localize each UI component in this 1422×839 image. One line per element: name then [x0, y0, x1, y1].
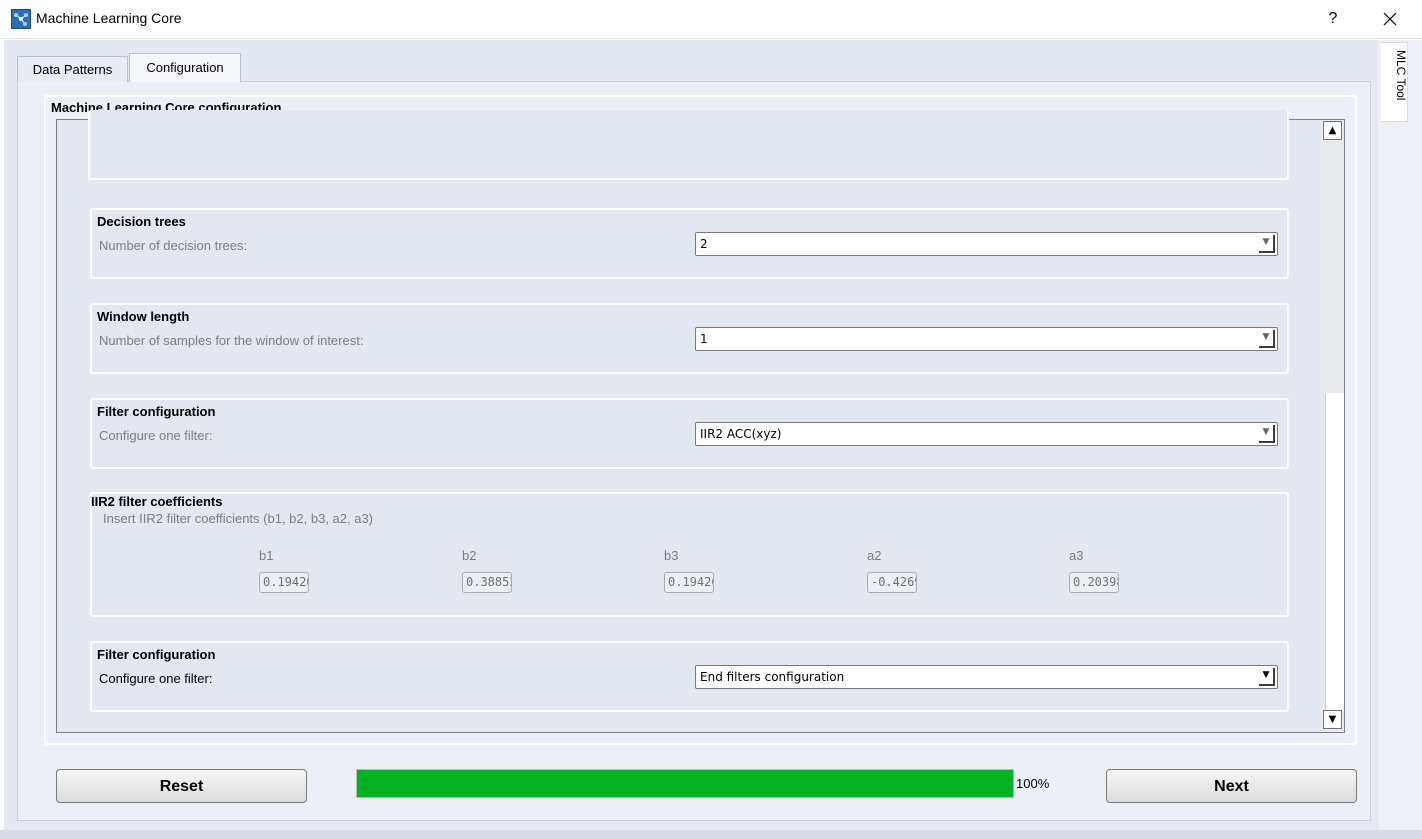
next-button[interactable]: Next [1106, 769, 1357, 803]
window-title: Machine Learning Core [36, 10, 182, 26]
chevron-down-icon: ▼ [1259, 668, 1275, 686]
window-length-label: Number of samples for the window of inte… [99, 333, 364, 348]
iir2-title: IIR2 filter coefficients [91, 494, 223, 509]
filter-config-title-1: Filter configuration [97, 404, 216, 419]
coef-input-b3[interactable]: 0.19426 [664, 572, 714, 593]
window-length-select[interactable]: 1 ▼ [695, 327, 1278, 351]
title-bar [0, 0, 1422, 39]
reset-button[interactable]: Reset [56, 769, 307, 803]
close-icon [1383, 12, 1397, 26]
arrow-up-icon: ▲ [1328, 125, 1337, 136]
filter-config-select-2[interactable]: End filters configuration ▼ [695, 665, 1278, 689]
scrollbar-thumb[interactable] [1325, 393, 1344, 711]
decision-trees-select[interactable]: 2 ▼ [695, 232, 1278, 256]
window-length-title: Window length [97, 309, 190, 324]
chevron-down-icon: ▼ [1259, 235, 1275, 253]
decision-trees-title: Decision trees [97, 214, 186, 229]
window-bottom-border [0, 830, 1422, 839]
decision-trees-value: 2 [700, 237, 708, 251]
coef-input-b2[interactable]: 0.38852 [462, 572, 512, 593]
coef-input-b1[interactable]: 0.19426 [259, 572, 309, 593]
scroll-down-button[interactable]: ▼ [1323, 710, 1342, 729]
coef-label-b1: b1 [259, 548, 274, 563]
filter-config-title-2: Filter configuration [97, 647, 216, 662]
progress-text: 100% [1016, 776, 1050, 791]
side-tab-label[interactable]: MLC Tool [1382, 50, 1408, 118]
iir2-subtitle: Insert IIR2 filter coefficients (b1, b2,… [103, 511, 374, 526]
progress-bar [356, 769, 1014, 798]
close-button[interactable] [1373, 4, 1407, 34]
filter-config-value-1: IIR2 ACC(xyz) [700, 427, 782, 441]
progress-bar-fill [357, 770, 1013, 797]
filter-config-value-2: End filters configuration [700, 670, 845, 684]
tab-data-patterns[interactable]: Data Patterns [17, 56, 128, 82]
app-icon [11, 9, 31, 29]
help-button[interactable]: ? [1318, 4, 1348, 34]
arrow-down-icon: ▼ [1328, 714, 1337, 725]
coef-input-a3[interactable]: 0.20398 [1069, 572, 1119, 593]
decision-trees-label: Number of decision trees: [99, 238, 248, 253]
side-dock [1378, 40, 1422, 839]
tab-configuration[interactable]: Configuration [129, 53, 241, 82]
chevron-down-icon: ▼ [1259, 330, 1275, 348]
chevron-down-icon: ▼ [1259, 425, 1275, 443]
coef-label-a2: a2 [867, 548, 882, 563]
filter-config-label-2: Configure one filter: [99, 671, 213, 686]
coef-label-b3: b3 [664, 548, 679, 563]
filter-config-label-1: Configure one filter: [99, 428, 213, 443]
scroll-up-button[interactable]: ▲ [1323, 121, 1342, 140]
coef-label-b2: b2 [462, 548, 477, 563]
coef-input-a2[interactable]: -0.4269 [867, 572, 917, 593]
filter-config-select-1[interactable]: IIR2 ACC(xyz) ▼ [695, 422, 1278, 446]
window-length-value: 1 [700, 332, 708, 346]
coef-label-a3: a3 [1069, 548, 1084, 563]
previous-section [88, 110, 1289, 180]
